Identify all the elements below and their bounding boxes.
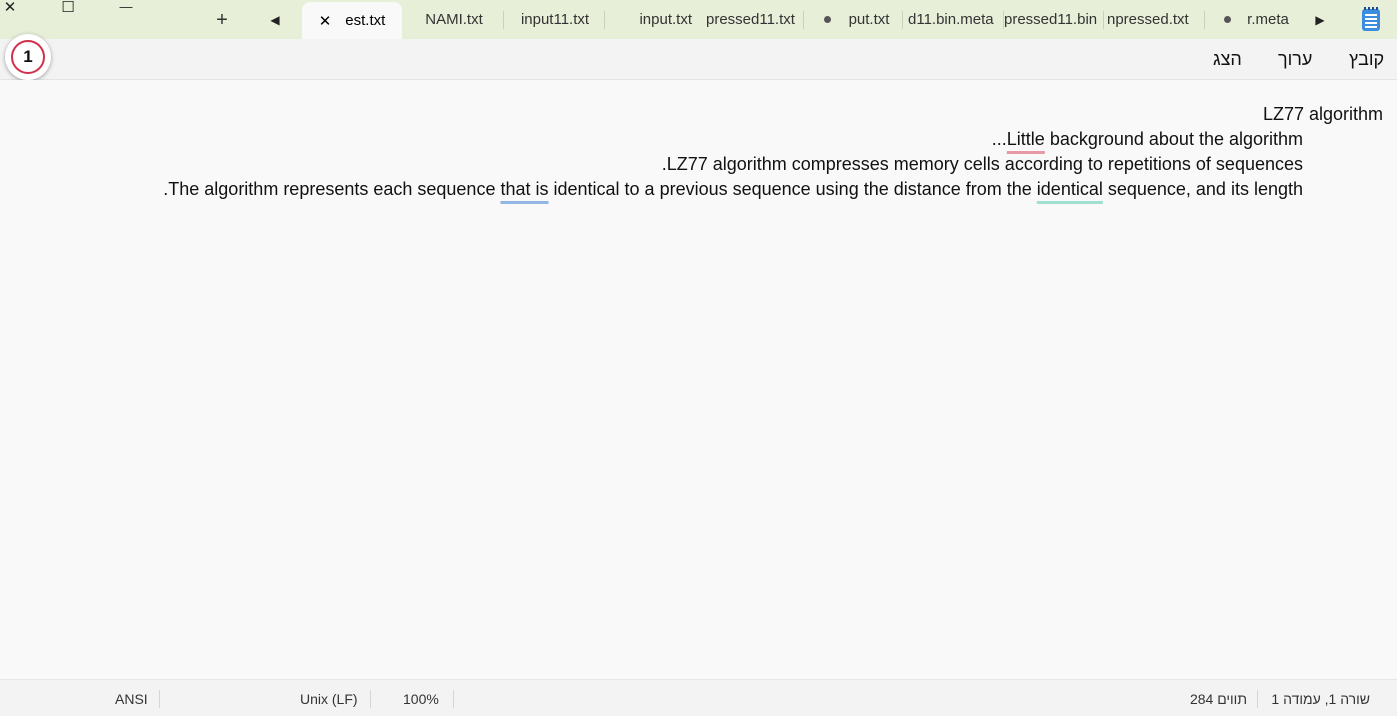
tab-label: d11.bin.meta: [908, 11, 994, 28]
tab-put-txt[interactable]: put.txt: [838, 4, 900, 35]
grammar-flagged-phrase[interactable]: that is: [500, 179, 548, 199]
tab-input11-txt[interactable]: input11.txt: [505, 4, 605, 35]
scroll-tabs-left-icon[interactable]: ◀: [263, 8, 287, 32]
tab-est-txt[interactable]: ✕ est.txt: [302, 2, 402, 39]
text-line-2: ...Little background about the algorithm: [992, 129, 1303, 150]
zoom-level[interactable]: 100%: [403, 691, 439, 707]
text-line-3: .LZ77 algorithm compresses memory cells …: [661, 154, 1303, 174]
text-segment: identical to a previous sequence using t…: [548, 179, 1037, 199]
tab-divider: [1103, 11, 1104, 29]
menu-view[interactable]: הצג: [1213, 49, 1242, 70]
scroll-tabs-right-icon[interactable]: ▶: [1308, 8, 1332, 32]
tab-npressed-txt[interactable]: npressed.txt: [1105, 4, 1201, 35]
tab-label: pressed11.txt: [706, 11, 795, 28]
text-segment: sequence, and its length: [1102, 179, 1303, 199]
spelling-flagged-word[interactable]: Little: [1007, 129, 1045, 149]
status-divider: [453, 690, 454, 708]
close-window-icon[interactable]: ✕: [0, 0, 30, 16]
character-count: 284 תווים: [1189, 691, 1247, 707]
notepad-app-icon: [1362, 7, 1380, 31]
tab-pressed11-bin[interactable]: pressed11.bin: [1004, 4, 1100, 35]
tab-close-icon[interactable]: ✕: [319, 12, 332, 30]
tab-nami-txt[interactable]: NAMI.txt: [404, 4, 504, 35]
text-segment: .The algorithm represents each sequence: [163, 179, 501, 199]
tab-divider: [803, 11, 804, 29]
tab-d11-bin-meta[interactable]: d11.bin.meta: [904, 4, 1000, 35]
tab-label: r.meta: [1247, 11, 1289, 28]
tab-label: est.txt: [345, 12, 386, 29]
tab-divider: [902, 11, 903, 29]
encoding-indicator[interactable]: ANSI: [115, 691, 148, 707]
minimize-window-icon[interactable]: —: [106, 0, 146, 14]
tab-pressed11-txt[interactable]: pressed11.txt: [706, 4, 802, 35]
tab-label: pressed11.bin: [1004, 11, 1098, 28]
text-segment: background about the algorithm: [1044, 129, 1303, 149]
text-line-1: LZ77 algorithm: [1262, 104, 1383, 124]
tab-input-txt[interactable]: input.txt: [606, 4, 706, 35]
unsaved-dot-icon: [1224, 16, 1231, 23]
tab-label: npressed.txt: [1107, 11, 1189, 28]
tab-divider: [604, 11, 605, 29]
step-number-badge: 1: [5, 34, 51, 80]
new-tab-button[interactable]: +: [207, 6, 237, 34]
suggestion-flagged-word[interactable]: identical: [1037, 179, 1103, 199]
unsaved-dot-icon: [824, 16, 831, 23]
text-editor[interactable]: LZ77 algorithm ...Little background abou…: [0, 80, 1397, 679]
text-line-4: .The algorithm represents each sequence …: [163, 179, 1303, 200]
menu-bar: קובץ ערוך הצג: [0, 39, 1397, 80]
tab-divider: [1204, 11, 1205, 29]
step-number: 1: [11, 40, 45, 74]
menu-edit[interactable]: ערוך: [1278, 49, 1312, 70]
tab-label: input11.txt: [520, 11, 590, 28]
tab-label: put.txt: [848, 11, 890, 28]
tab-r-meta[interactable]: r.meta: [1240, 4, 1296, 35]
title-bar: ✕ ☐ — + ◀ ✕ est.txt NAMI.txt input11.txt…: [0, 0, 1397, 39]
maximize-window-icon[interactable]: ☐: [48, 0, 88, 16]
status-divider: [1257, 690, 1258, 708]
status-divider: [159, 690, 160, 708]
status-bar: שורה 1, עמודה 1 284 תווים 100% Unix (LF)…: [0, 679, 1397, 716]
tab-label: NAMI.txt: [425, 11, 483, 28]
tab-label: input.txt: [639, 11, 692, 28]
line-ending-indicator[interactable]: Unix (LF): [300, 691, 358, 707]
cursor-position: שורה 1, עמודה 1: [1271, 691, 1370, 707]
tab-divider: [503, 11, 504, 29]
ellipsis-text: ...: [991, 129, 1007, 149]
status-divider: [370, 690, 371, 708]
menu-file[interactable]: קובץ: [1349, 49, 1384, 70]
